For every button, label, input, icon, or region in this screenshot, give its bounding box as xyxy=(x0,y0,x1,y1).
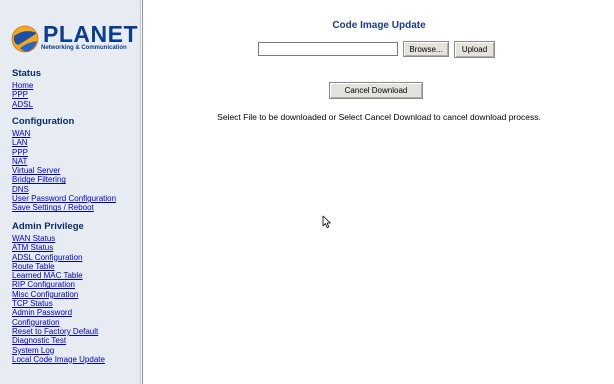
nav-link-configuration[interactable]: Configuration xyxy=(12,318,105,327)
nav-link-tcp-status[interactable]: TCP Status xyxy=(12,299,105,308)
page-title: Code Image Update xyxy=(332,20,426,31)
nav-link-adsl-configuration[interactable]: ADSL Configuration xyxy=(12,253,105,262)
nav-section-title: Status xyxy=(12,68,42,79)
nav-link-dns[interactable]: DNS xyxy=(12,185,116,194)
mouse-pointer-icon xyxy=(322,215,331,228)
nav-link-ppp[interactable]: PPP xyxy=(12,148,116,157)
nav-link-wan[interactable]: WAN xyxy=(12,129,116,138)
nav-section-admin-privilege: Admin Privilege WAN Status ATM Status AD… xyxy=(12,221,105,364)
nav-link-bridge-filtering[interactable]: Bridge Filtering xyxy=(12,175,116,184)
nav-link-lan[interactable]: LAN xyxy=(12,138,116,147)
brand-tagline: Networking & Communication xyxy=(41,45,127,51)
main-content: Code Image Update Browse... Upload Cance… xyxy=(142,0,614,384)
nav-link-factory-reset[interactable]: Reset to Factory Default xyxy=(12,327,105,336)
brand-name: PLANET xyxy=(43,21,138,47)
nav-section-configuration: Configuration WAN LAN PPP NAT Virtual Se… xyxy=(12,116,116,213)
file-path-input[interactable] xyxy=(258,42,398,56)
upload-button[interactable]: Upload xyxy=(454,41,495,58)
nav-link-ppp-status[interactable]: PPP xyxy=(12,90,41,99)
nav-link-atm-status[interactable]: ATM Status xyxy=(12,243,105,252)
nav-link-wan-status[interactable]: WAN Status xyxy=(12,234,105,243)
instruction-text: Select File to be downloaded or Select C… xyxy=(217,112,541,122)
globe-logo-icon xyxy=(11,25,39,53)
nav-link-user-password[interactable]: User Password Configuration xyxy=(12,194,116,203)
nav-link-admin-password[interactable]: Admin Password xyxy=(12,308,105,317)
nav-link-route-table[interactable]: Route Table xyxy=(12,262,105,271)
cancel-download-button[interactable]: Cancel Download xyxy=(329,82,423,99)
nav-link-rip-configuration[interactable]: RIP Configuration xyxy=(12,280,105,289)
nav-section-title: Configuration xyxy=(12,116,75,127)
nav-link-virtual-server[interactable]: Virtual Server xyxy=(12,166,116,175)
nav-link-misc-configuration[interactable]: Misc Configuration xyxy=(12,290,105,299)
nav-link-adsl-status[interactable]: ADSL xyxy=(12,100,41,109)
nav-link-save-reboot[interactable]: Save Settings / Reboot xyxy=(12,203,116,212)
sidebar: PLANET Networking & Communication Status… xyxy=(0,0,141,384)
nav-link-learned-mac-table[interactable]: Learned MAC Table xyxy=(12,271,105,280)
nav-link-system-log[interactable]: System Log xyxy=(12,346,105,355)
planet-logo[interactable]: PLANET Networking & Communication xyxy=(10,21,138,56)
nav-section-title: Admin Privilege xyxy=(12,221,84,232)
browse-button[interactable]: Browse... xyxy=(403,41,449,57)
nav-link-code-image-update[interactable]: Local Code Image Update xyxy=(12,355,105,364)
nav-section-status: Status Home PPP ADSL xyxy=(12,68,41,109)
nav-link-diagnostic-test[interactable]: Diagnostic Test xyxy=(12,336,105,345)
nav-link-home[interactable]: Home xyxy=(12,81,41,90)
nav-link-nat[interactable]: NAT xyxy=(12,157,116,166)
